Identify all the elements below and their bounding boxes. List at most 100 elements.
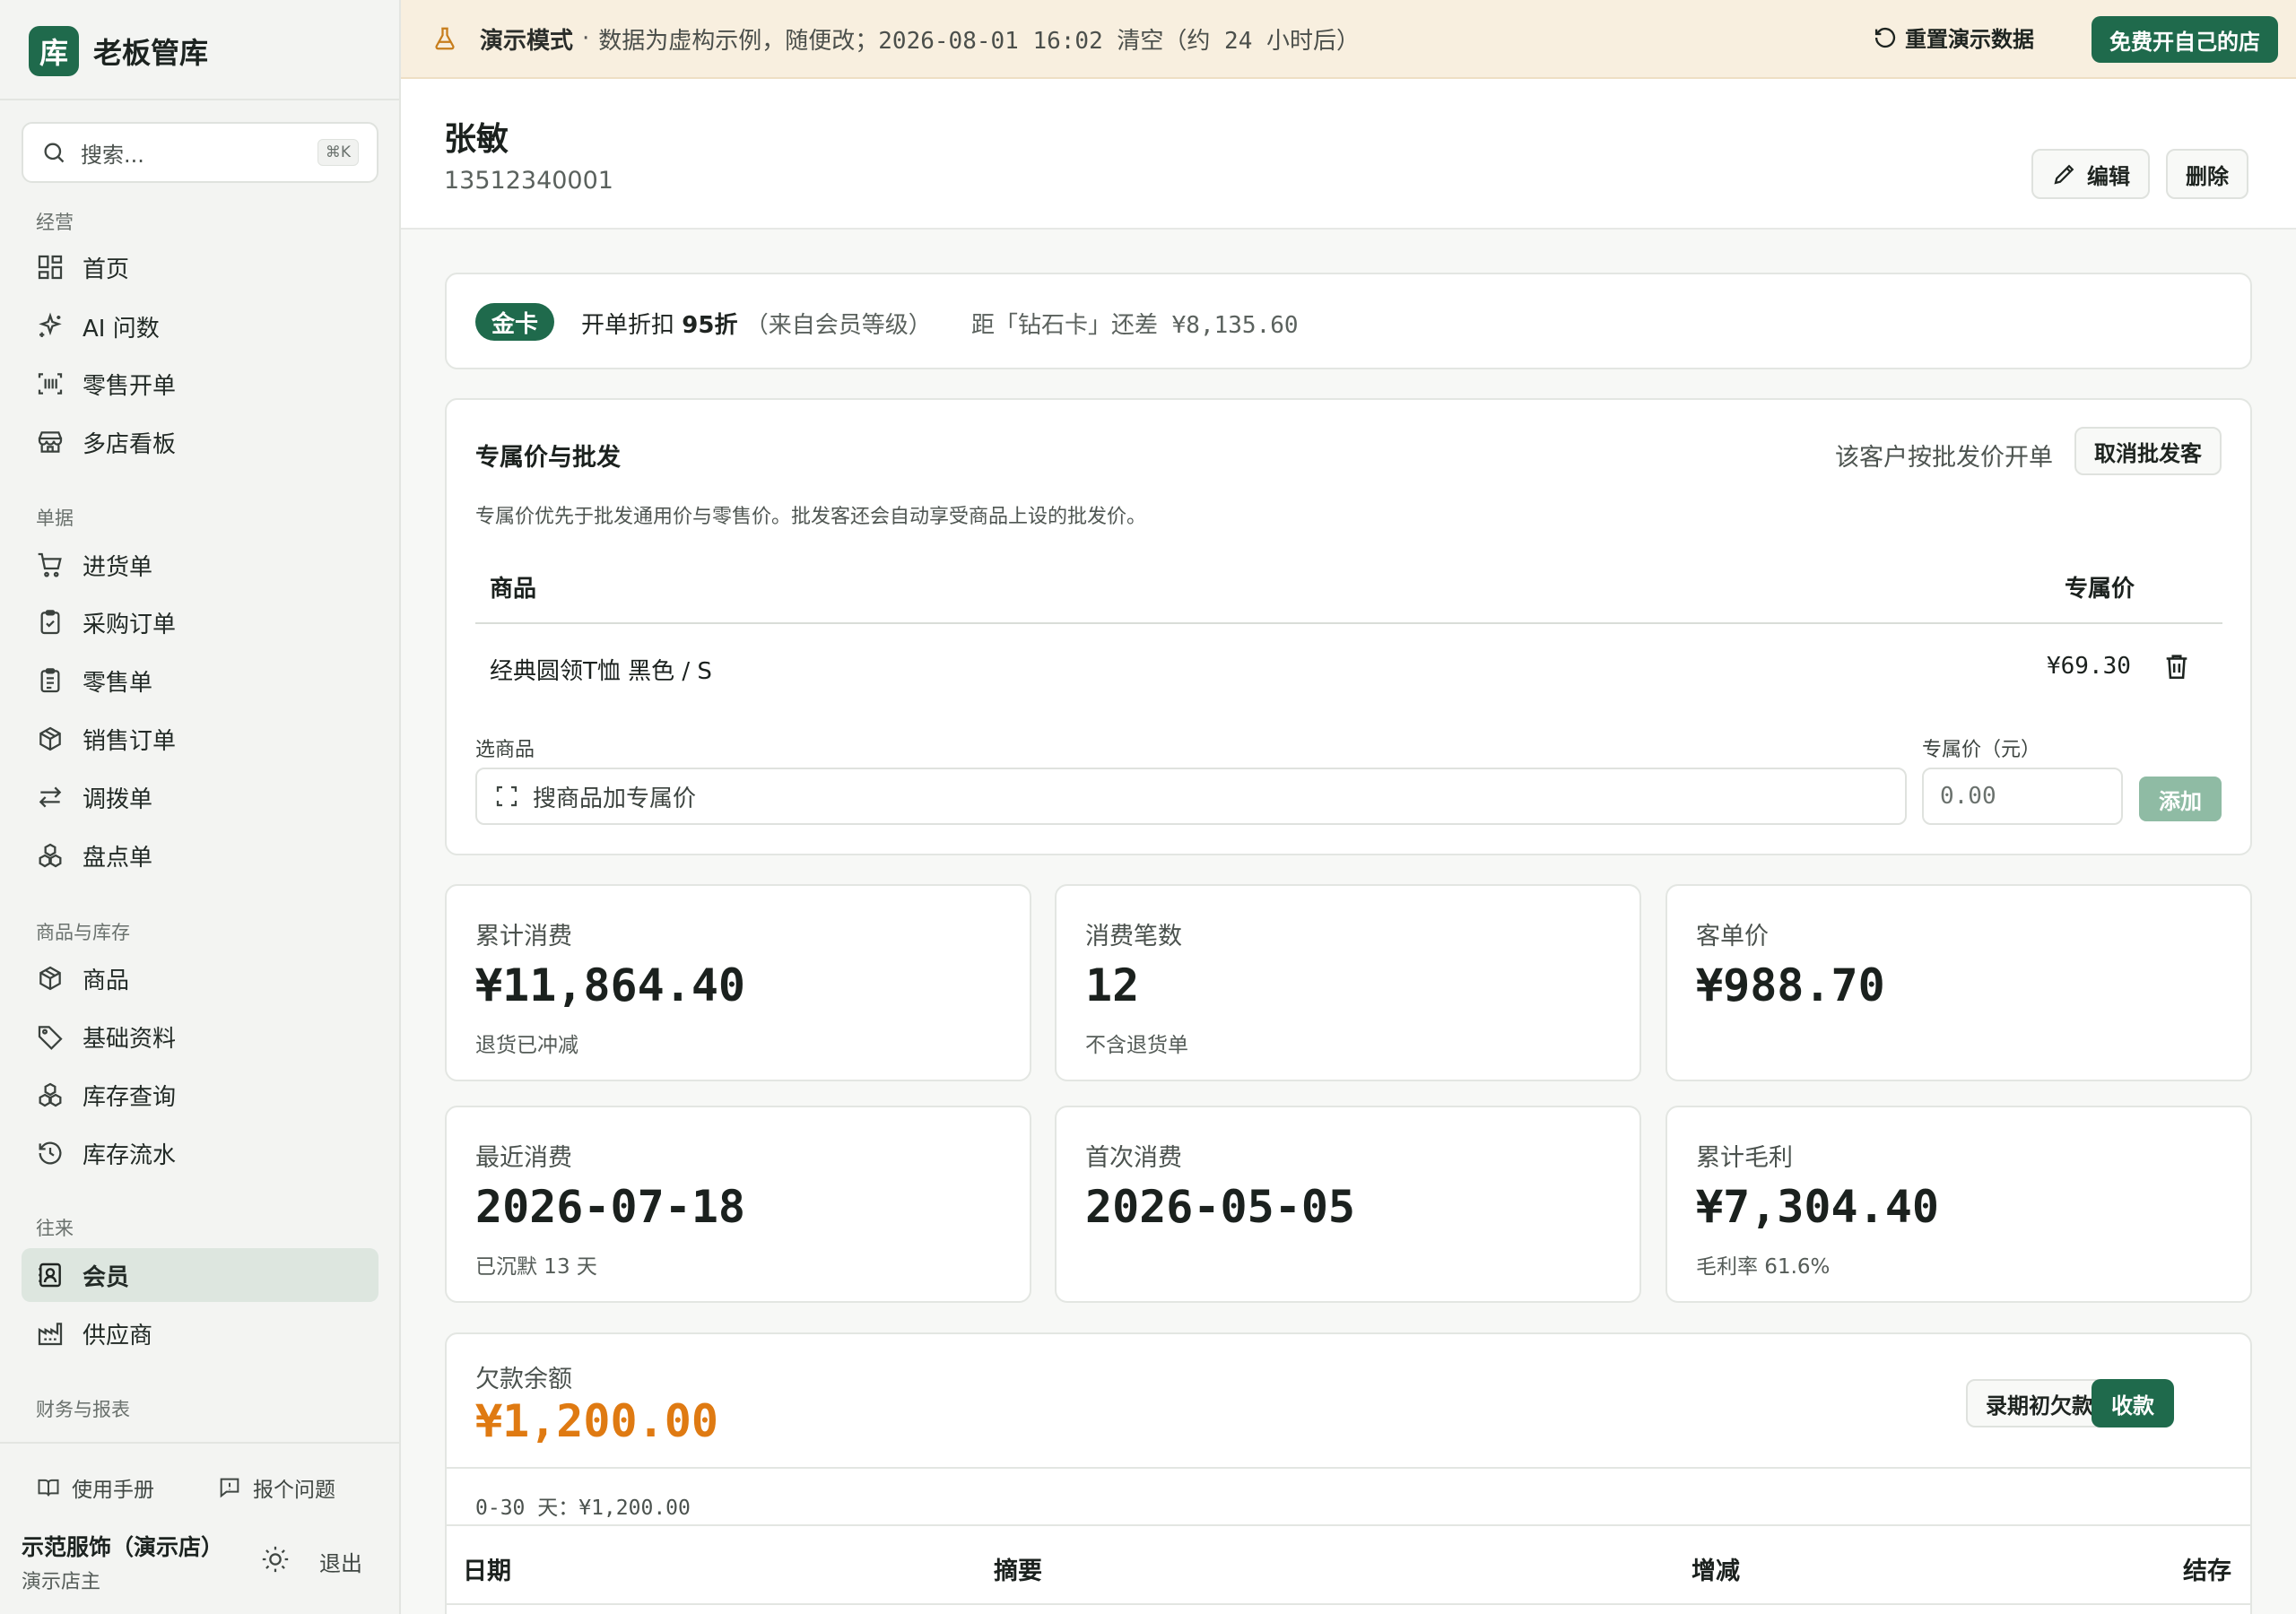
stat-label: 累计消费 (475, 923, 572, 950)
sidebar-item-members[interactable]: 会员 (22, 1248, 378, 1302)
sidebar-item-ai[interactable]: AI 问数 (22, 299, 378, 353)
aging-summary: 0-30 天：¥1,200.00 (475, 1497, 691, 1520)
brand[interactable]: 库 老板管库 (29, 23, 208, 79)
reset-demo-button[interactable]: 重置演示数据 (1873, 22, 2034, 53)
open-own-store-button[interactable]: 免费开自己的店 (2092, 16, 2278, 63)
nav-section-finance: 财务与报表 (36, 1399, 130, 1420)
stat-note: 已沉默 13 天 (475, 1255, 597, 1279)
sidebar-item-master-data[interactable]: 基础资料 (22, 1010, 378, 1063)
stat-value: ¥7,304.40 (1696, 1181, 1939, 1233)
debt-label: 欠款余额 (475, 1366, 572, 1393)
next-tier-gap: 距「钻石卡」还差 ¥8,135.60 (971, 312, 1299, 339)
stat-note: 退货已冲减 (475, 1034, 578, 1057)
collect-payment-button[interactable]: 收款 (2092, 1379, 2174, 1427)
sidebar-item-label: 进货单 (83, 553, 153, 581)
sidebar-item-purchase-order[interactable]: 采购订单 (22, 595, 378, 649)
page-title: 张敏 (444, 121, 509, 158)
column-header-date: 日期 (463, 1558, 511, 1585)
delete-button[interactable]: 删除 (2166, 149, 2248, 199)
nav-section-operations: 经营 (36, 212, 74, 233)
column-header-price: 专属价 (2065, 576, 2135, 603)
sidebar-item-retail-order[interactable]: 零售单 (22, 654, 378, 707)
nav-section-products-inventory: 商品与库存 (36, 922, 130, 943)
exclusive-price-card: 专属价与批发 该客户按批发价开单 取消批发客 专属价优先于批发通用价与零售价。批… (445, 398, 2252, 855)
stat-value: ¥11,864.40 (475, 959, 746, 1011)
sidebar-item-stock-query[interactable]: 库存查询 (22, 1068, 378, 1122)
barcode-scan-icon (38, 373, 63, 395)
tier-badge: 金卡 (475, 303, 555, 341)
column-header-change: 增减 (1692, 1558, 1740, 1585)
add-button[interactable]: 添加 (2139, 777, 2222, 821)
boxes-icon (39, 843, 62, 868)
search-placeholder: 搜索... (81, 142, 144, 168)
stat-value: 12 (1085, 959, 1140, 1011)
factory-icon (38, 1323, 63, 1346)
wholesale-status: 该客户按批发价开单 (1835, 444, 2053, 472)
sidebar-item-stocktake[interactable]: 盘点单 (22, 829, 378, 882)
sidebar-item-label: 零售单 (83, 669, 153, 697)
sidebar-item-products[interactable]: 商品 (22, 951, 378, 1005)
pencil-icon (2054, 164, 2074, 185)
trash-icon[interactable] (2161, 651, 2192, 681)
edit-button[interactable]: 编辑 (2031, 149, 2150, 199)
cancel-wholesale-button[interactable]: 取消批发客 (2074, 427, 2222, 475)
reset-label: 重置演示数据 (1905, 27, 2034, 52)
banner-separator: · (582, 25, 590, 52)
nav-section-contacts: 往来 (36, 1218, 74, 1239)
clipboard-check-icon (40, 610, 60, 635)
logout-button[interactable]: 退出 (319, 1546, 362, 1577)
select-product-label: 选商品 (475, 739, 535, 761)
demo-mode-label: 演示模式 (480, 27, 574, 55)
table-divider (475, 622, 2222, 624)
sidebar-item-sales-order[interactable]: 销售订单 (22, 712, 378, 766)
sidebar-item-transfer[interactable]: 调拨单 (22, 770, 378, 824)
report-label: 报个问题 (253, 1479, 335, 1502)
search-icon (44, 143, 65, 163)
app-logo: 库 (29, 26, 79, 76)
clipboard-list-icon (40, 668, 60, 693)
sidebar-item-multi-store[interactable]: 多店看板 (22, 415, 378, 469)
debt-balance-card: 欠款余额 ¥1,200.00 录期初欠款 收款 0-30 天：¥1,200.00… (445, 1332, 2252, 1614)
stat-label: 客单价 (1696, 923, 1769, 950)
stat-card-total-spend: 累计消费 ¥11,864.40 退货已冲减 (445, 884, 1031, 1081)
sidebar-item-label: 库存查询 (83, 1083, 177, 1111)
boxes-icon (39, 1082, 62, 1107)
search-input[interactable]: 搜索... ⌘K (22, 122, 378, 183)
divider (0, 1442, 399, 1444)
sidebar-item-label: 基础资料 (83, 1025, 177, 1053)
sidebar-item-home[interactable]: 首页 (22, 240, 378, 294)
sidebar-item-label: 采购订单 (83, 611, 177, 638)
stat-value: 2026-07-18 (475, 1181, 746, 1233)
manual-link[interactable]: 使用手册 (36, 1472, 154, 1503)
divider (0, 99, 399, 100)
customer-header: 张敏 13512340001 编辑 删除 (401, 79, 2296, 230)
section-description: 专属价优先于批发通用价与零售价。批发客还会自动享受商品上设的批发价。 (475, 506, 1147, 528)
debt-value: ¥1,200.00 (475, 1395, 718, 1447)
sidebar-item-retail-checkout[interactable]: 零售开单 (22, 357, 378, 411)
stat-value: ¥988.70 (1696, 959, 1885, 1011)
stat-label: 最近消费 (475, 1144, 572, 1172)
report-issue-link[interactable]: 报个问题 (217, 1472, 335, 1503)
sun-icon[interactable] (260, 1544, 291, 1575)
stat-label: 消费笔数 (1085, 923, 1182, 950)
demo-banner: 演示模式 · 数据为虚构示例，随便改；2026-08-01 16:02 清空（约… (401, 0, 2296, 79)
tier-discount: 开单折扣 95折 （来自会员等级） (581, 307, 932, 340)
stat-label: 首次消费 (1085, 1144, 1182, 1172)
exclusive-price-input[interactable]: 0.00 (1922, 768, 2123, 825)
nav-section-documents: 单据 (36, 508, 74, 529)
sidebar-item-label: AI 问数 (83, 315, 160, 343)
flask-icon (435, 27, 455, 50)
dashboard-icon (38, 255, 63, 280)
demo-notice: 数据为虚构示例，随便改；2026-08-01 16:02 清空（约 24 小时后… (598, 27, 1361, 55)
sidebar-item-stock-ledger[interactable]: 库存流水 (22, 1126, 378, 1180)
sidebar-item-suppliers[interactable]: 供应商 (22, 1306, 378, 1360)
message-alert-icon (220, 1478, 239, 1498)
sidebar-item-label: 会员 (83, 1263, 130, 1291)
sidebar-item-purchase-receipt[interactable]: 进货单 (22, 538, 378, 592)
store-name[interactable]: 示范服饰（演示店） (22, 1530, 223, 1562)
sidebar-item-label: 销售订单 (83, 727, 177, 755)
product-search-input[interactable]: 搜商品加专属价 (475, 768, 1907, 825)
table-divider (447, 1603, 2250, 1605)
app-name: 老板管库 (93, 36, 209, 70)
row-price: ¥69.30 (2047, 653, 2131, 680)
